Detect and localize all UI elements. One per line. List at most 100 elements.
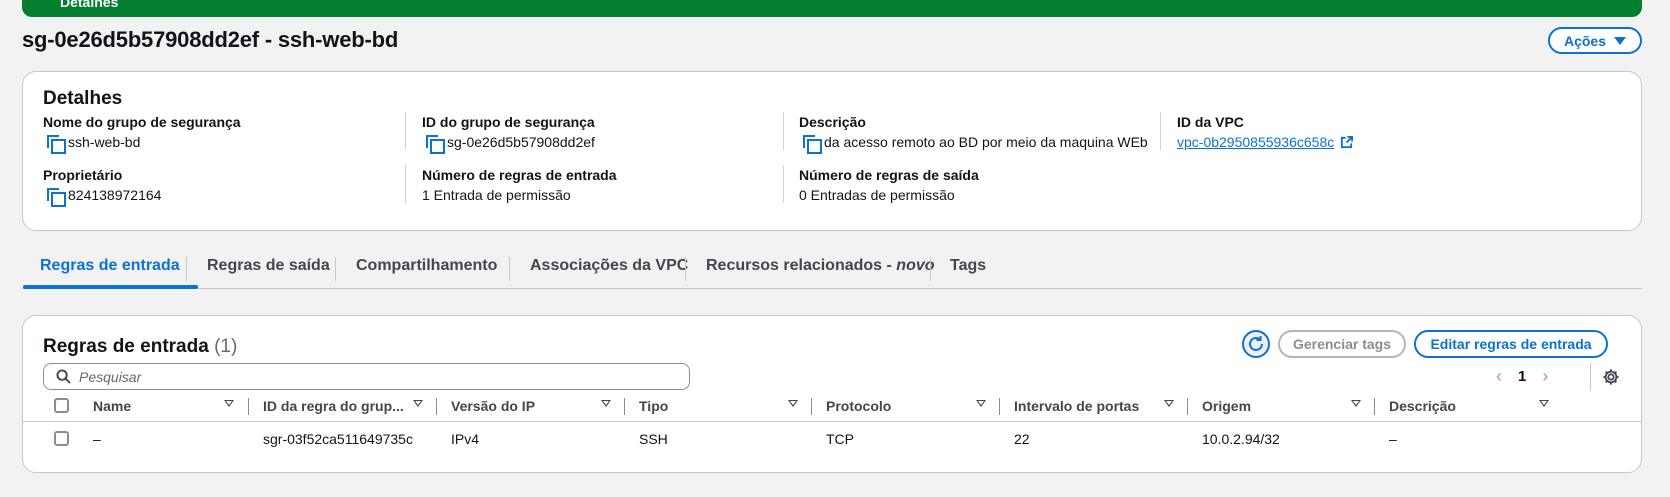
sort-icon[interactable] bbox=[601, 400, 611, 407]
field-value: 824138972164 bbox=[68, 187, 162, 203]
select-all-checkbox[interactable] bbox=[54, 398, 69, 413]
field-owner: Proprietário 824138972164 bbox=[43, 167, 162, 207]
chevron-right-icon[interactable]: › bbox=[1542, 366, 1548, 387]
field-label: ID do grupo de segurança bbox=[422, 114, 595, 130]
sort-icon[interactable] bbox=[976, 400, 986, 407]
field-value: ssh-web-bd bbox=[68, 134, 141, 150]
column-header-port-range[interactable]: Intervalo de portas bbox=[1014, 398, 1139, 414]
field-value: 0 Entradas de permissão bbox=[799, 187, 955, 203]
row-checkbox[interactable] bbox=[54, 431, 69, 446]
column-header-name[interactable]: Name bbox=[93, 398, 131, 414]
cell-description: – bbox=[1389, 431, 1397, 447]
chevron-left-icon[interactable]: ‹ bbox=[1496, 366, 1502, 387]
actions-label: Ações bbox=[1563, 32, 1607, 49]
search-field bbox=[43, 363, 690, 390]
sort-icon[interactable] bbox=[1164, 400, 1174, 407]
tab-inbound-rules[interactable]: Regras de entrada bbox=[23, 247, 198, 289]
field-value: sg-0e26d5b57908dd2ef bbox=[447, 134, 595, 150]
column-resizer[interactable] bbox=[1374, 398, 1375, 415]
sort-icon[interactable] bbox=[788, 400, 798, 407]
sort-icon[interactable] bbox=[413, 400, 423, 407]
copy-icon[interactable] bbox=[47, 187, 66, 207]
table-row[interactable]: – sgr-03f52ca511649735c IPv4 SSH TCP 22 … bbox=[23, 422, 1641, 454]
column-divider bbox=[783, 112, 784, 150]
field-label: Descrição bbox=[799, 114, 866, 130]
column-resizer[interactable] bbox=[999, 398, 1000, 415]
tab-tags[interactable]: Tags bbox=[950, 247, 986, 288]
column-header-rule-id[interactable]: ID da regra do grup... bbox=[263, 398, 404, 414]
field-label: Número de regras de saída bbox=[799, 167, 979, 183]
cell-port-range: 22 bbox=[1014, 431, 1030, 447]
field-label: ID da VPC bbox=[1177, 114, 1244, 130]
tab-separator bbox=[685, 257, 686, 281]
cell-name: – bbox=[93, 431, 101, 447]
field-group-id: ID do grupo de segurança sg-0e26d5b57908… bbox=[422, 114, 595, 154]
tab-sharing[interactable]: Compartilhamento bbox=[356, 247, 497, 288]
tab-outbound-rules[interactable]: Regras de saída bbox=[207, 247, 330, 288]
column-header-description[interactable]: Descrição bbox=[1389, 398, 1456, 414]
field-description: Descrição da acesso remoto ao BD por mei… bbox=[799, 114, 1148, 154]
external-link-icon bbox=[1341, 135, 1354, 148]
details-title: Detalhes bbox=[43, 88, 123, 109]
pager-divider bbox=[1590, 363, 1591, 391]
column-resizer[interactable] bbox=[1187, 398, 1188, 415]
edit-inbound-rules-button[interactable]: Editar regras de entrada bbox=[1414, 330, 1608, 358]
cell-protocol: TCP bbox=[826, 431, 854, 447]
field-value: 1 Entrada de permissão bbox=[422, 187, 571, 203]
copy-icon[interactable] bbox=[426, 134, 445, 154]
actions-button[interactable]: Ações bbox=[1548, 27, 1642, 54]
tab-separator bbox=[186, 257, 187, 281]
new-tag: novo bbox=[896, 257, 935, 274]
column-header-ip-version[interactable]: Versão do IP bbox=[451, 398, 535, 414]
field-label: Nome do grupo de segurança bbox=[43, 114, 241, 130]
rules-count: (1) bbox=[214, 336, 238, 357]
column-divider bbox=[1160, 112, 1161, 150]
column-divider bbox=[405, 165, 406, 203]
search-input[interactable] bbox=[79, 368, 639, 385]
search-icon bbox=[56, 369, 71, 384]
field-value: da acesso remoto ao BD por meio da maqui… bbox=[824, 134, 1148, 150]
banner-label: Detalhes bbox=[60, 0, 119, 10]
tab-related-resources[interactable]: Recursos relacionados - novo bbox=[706, 247, 935, 288]
column-resizer[interactable] bbox=[811, 398, 812, 415]
column-divider bbox=[783, 165, 784, 203]
tab-separator bbox=[335, 257, 336, 281]
caret-down-icon bbox=[1614, 36, 1627, 45]
copy-icon[interactable] bbox=[803, 134, 822, 154]
column-resizer[interactable] bbox=[436, 398, 437, 415]
cell-type: SSH bbox=[639, 431, 668, 447]
cell-rule-id: sgr-03f52ca511649735c bbox=[263, 431, 413, 447]
sort-icon[interactable] bbox=[224, 400, 234, 407]
column-resizer[interactable] bbox=[248, 398, 249, 415]
success-banner: Detalhes bbox=[22, 0, 1642, 17]
table-header: Name ID da regra do grup... Versão do IP… bbox=[23, 390, 1641, 422]
field-outbound-count: Número de regras de saída 0 Entradas de … bbox=[799, 167, 979, 203]
gear-icon[interactable] bbox=[1602, 368, 1620, 386]
column-header-type[interactable]: Tipo bbox=[639, 398, 668, 414]
column-resizer[interactable] bbox=[624, 398, 625, 415]
cell-source: 10.0.2.94/32 bbox=[1202, 431, 1280, 447]
inbound-rules-panel: Regras de entrada (1) Gerenciar tags Edi… bbox=[22, 315, 1642, 473]
column-divider bbox=[405, 112, 406, 150]
tab-related-label: Recursos relacionados - bbox=[706, 257, 897, 274]
sort-icon[interactable] bbox=[1351, 400, 1361, 407]
field-group-name: Nome do grupo de segurança ssh-web-bd bbox=[43, 114, 241, 154]
refresh-button[interactable] bbox=[1242, 330, 1270, 358]
pagination: ‹ 1 › bbox=[1496, 366, 1548, 387]
column-header-source[interactable]: Origem bbox=[1202, 398, 1251, 414]
page-title: sg-0e26d5b57908dd2ef - ssh-web-bd bbox=[22, 27, 399, 52]
copy-icon[interactable] bbox=[47, 134, 66, 154]
details-panel: Detalhes Nome do grupo de segurança ssh-… bbox=[22, 71, 1642, 231]
vpc-link[interactable]: vpc-0b2950855936c658c bbox=[1177, 134, 1334, 150]
tab-bar: Regras de entrada Regras de saída Compar… bbox=[22, 247, 1642, 289]
refresh-icon bbox=[1249, 336, 1263, 351]
rules-title-text: Regras de entrada bbox=[43, 336, 209, 357]
column-header-protocol[interactable]: Protocolo bbox=[826, 398, 891, 414]
tab-vpc-associations[interactable]: Associações da VPC bbox=[530, 247, 688, 288]
tab-separator bbox=[930, 257, 931, 281]
sort-icon[interactable] bbox=[1539, 400, 1549, 407]
field-inbound-count: Número de regras de entrada 1 Entrada de… bbox=[422, 167, 617, 203]
field-vpc-id: ID da VPC vpc-0b2950855936c658c bbox=[1177, 114, 1354, 150]
manage-tags-button[interactable]: Gerenciar tags bbox=[1278, 330, 1406, 358]
page-number[interactable]: 1 bbox=[1518, 368, 1526, 385]
